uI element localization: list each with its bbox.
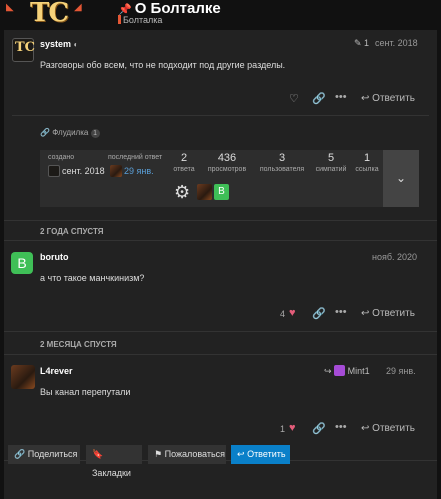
topic-main: TC system ◐ ✎ 1 сент. 2018 Разговоры обо… (4, 30, 437, 499)
link-count: 1 (90, 129, 100, 138)
reply-to[interactable]: ↪ Mint1 (324, 365, 370, 377)
reply-button[interactable]: ↩ Ответить (361, 423, 415, 434)
link-icon: 🔗 (14, 449, 26, 459)
reply-button[interactable]: ↩ Ответить (231, 445, 290, 464)
post-username[interactable]: L4rever (40, 366, 73, 376)
avatar (334, 365, 346, 376)
bookmark-icon: 🔖 (92, 449, 104, 459)
divider (4, 331, 437, 332)
site-header: ◣ TC ◢ 📌 О Болталке Болталка (0, 0, 441, 30)
avatar[interactable] (11, 365, 35, 389)
avatar[interactable] (197, 184, 212, 200)
triangle-icon: ◢ (74, 2, 82, 13)
post-1: TC system ◐ ✎ 1 сент. 2018 Разговоры обо… (4, 30, 437, 220)
shield-icon: ◐ (73, 40, 79, 49)
category-badge[interactable]: Болталка (118, 15, 162, 25)
last-reply-label: последний ответ (108, 154, 163, 161)
more-icon[interactable]: ••• (335, 306, 347, 318)
more-icon[interactable]: ••• (335, 91, 347, 103)
chevron-down-icon: ⌄ (395, 171, 407, 185)
avatar[interactable]: B (214, 184, 229, 200)
stat-views-label: просмотров (207, 166, 247, 173)
post-username[interactable]: system ◐ (40, 39, 78, 49)
reply-button[interactable]: ↩ Ответить (361, 308, 415, 319)
reply-arrow-icon: ↪ (324, 366, 332, 376)
like-count[interactable]: 1 (280, 424, 285, 434)
reply-to-username: Mint1 (347, 366, 370, 376)
stat-links-label: ссылка (355, 166, 379, 173)
post-2: B boruto нояб. 2020 а что такое манчкини… (4, 240, 437, 340)
topic-map: создано сент. 2018 последний ответ 29 ян… (40, 150, 419, 207)
heart-icon[interactable]: ♥ (289, 307, 296, 319)
edit-count: 1 (364, 38, 370, 48)
post-date[interactable]: нояб. 2020 (372, 252, 417, 262)
more-icon[interactable]: ••• (335, 421, 347, 433)
post-body: а что такое манчкинизм? (40, 273, 145, 283)
like-icon[interactable]: ♡ (289, 92, 299, 105)
divider (12, 115, 429, 116)
bookmark-button[interactable]: 🔖 Закладки (86, 445, 142, 478)
post-body: Вы канал перепутали (40, 387, 131, 397)
reply-icon: ↩ (237, 449, 245, 459)
topic-link[interactable]: 🔗 Флудилка 1 (40, 128, 100, 138)
gear-icon[interactable]: ⚙ (174, 182, 190, 203)
avatar[interactable]: TC (12, 38, 35, 62)
created-date: сент. 2018 (62, 166, 105, 176)
flag-button[interactable]: ⚑ Пожаловаться (148, 445, 226, 464)
link-icon[interactable]: 🔗 (312, 307, 326, 320)
divider (4, 220, 437, 221)
time-gap-label: 2 МЕСЯЦА СПУСТЯ (40, 340, 117, 349)
post-date[interactable]: 29 янв. (386, 366, 416, 376)
avatar[interactable] (48, 165, 60, 177)
avatar[interactable]: B (11, 252, 33, 274)
logo-text: TC (30, 0, 69, 28)
stat-replies-value: 2 (180, 152, 188, 164)
link-icon: 🔗 (40, 128, 50, 137)
heart-icon[interactable]: ♥ (289, 422, 296, 434)
reply-button[interactable]: ↩ Ответить (361, 93, 415, 104)
flag-icon: ⚑ (154, 449, 163, 459)
time-gap-label: 2 ГОДА СПУСТЯ (40, 227, 104, 236)
post-3: L4rever ↪ Mint1 29 янв. Вы канал перепут… (4, 354, 437, 454)
site-logo[interactable]: ◣ TC ◢ (6, 0, 96, 28)
last-reply-date[interactable]: 29 янв. (124, 166, 154, 176)
category-name: Болталка (123, 15, 163, 25)
link-icon[interactable]: 🔗 (312, 92, 326, 105)
link-icon[interactable]: 🔗 (312, 422, 326, 435)
stat-views-value: 436 (217, 152, 237, 164)
avatar[interactable] (110, 165, 122, 177)
stat-links-value: 1 (363, 152, 371, 164)
triangle-icon: ◣ (6, 2, 14, 13)
share-button[interactable]: 🔗 Поделиться (8, 445, 80, 464)
post-body: Разговоры обо всем, что не подходит под … (40, 60, 286, 70)
like-count[interactable]: 4 (280, 309, 285, 319)
post-username[interactable]: boruto (40, 252, 69, 262)
expand-button[interactable]: ⌄ (383, 150, 419, 207)
category-color-swatch (118, 15, 121, 24)
post-date[interactable]: сент. 2018 (375, 38, 418, 48)
created-label: создано (48, 154, 75, 161)
link-label: Флудилка (52, 128, 89, 137)
edit-indicator[interactable]: ✎ 1 (354, 38, 369, 49)
